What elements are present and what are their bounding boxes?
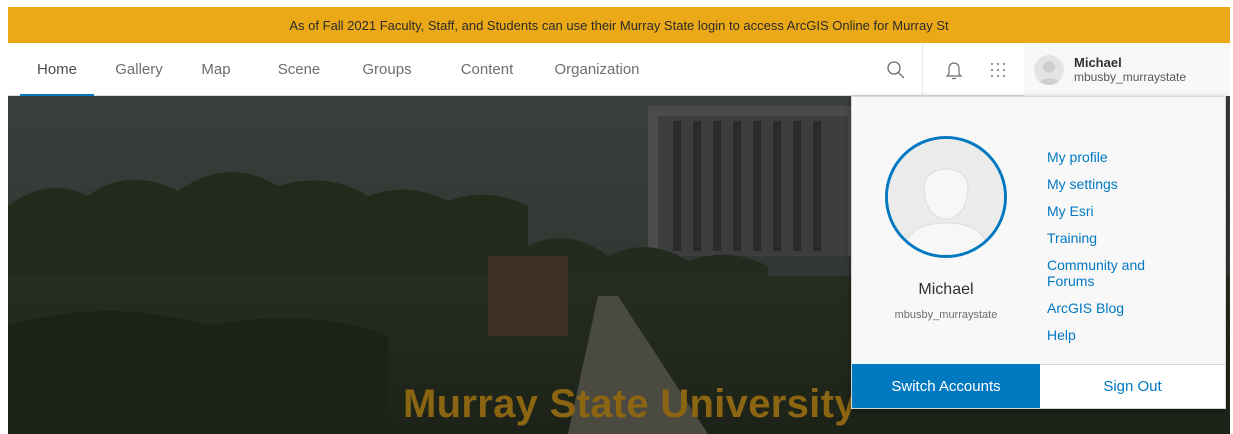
profile-username: mbusby_murraystate [894,309,998,321]
tab-content[interactable]: Content [446,43,528,96]
arcgis-blog-link[interactable]: ArcGIS Blog [1047,300,1217,316]
tab-groups[interactable]: Groups [350,43,424,96]
sign-out-button[interactable]: Sign Out [1040,364,1225,408]
user-name: Michael [1074,54,1122,70]
hero-title: Murray State University [403,382,857,426]
community-forums-link[interactable]: Community and Forums [1047,257,1167,289]
user-username: mbusby_murraystate [1074,69,1187,84]
my-settings-link[interactable]: My settings [1047,176,1217,192]
nav-divider [922,43,923,96]
switch-accounts-button[interactable]: Switch Accounts [852,364,1040,408]
banner-text: As of Fall 2021 Faculty, Staff, and Stud… [289,17,949,33]
dropdown-footer: Switch Accounts Sign Out [852,364,1225,408]
tab-home[interactable]: Home [20,43,94,97]
help-link[interactable]: Help [1047,327,1217,343]
app-launcher-icon[interactable] [976,43,1020,96]
profile-avatar-icon [885,136,1007,258]
user-menu-button[interactable]: Michael mbusby_murraystate [1024,43,1230,96]
user-avatar-icon [1034,54,1064,85]
tab-organization[interactable]: Organization [550,43,644,96]
tab-scene[interactable]: Scene [266,43,332,96]
user-dropdown-menu: Michael mbusby_murraystate My profile My… [851,96,1226,409]
tab-map[interactable]: Map [188,43,244,96]
my-profile-link[interactable]: My profile [1047,149,1217,165]
app-frame: As of Fall 2021 Faculty, Staff, and Stud… [8,7,1230,434]
announcement-banner: As of Fall 2021 Faculty, Staff, and Stud… [8,7,1230,43]
training-link[interactable]: Training [1047,230,1217,246]
profile-name: Michael [918,281,974,298]
search-icon[interactable] [874,43,918,96]
top-navigation: Home Gallery Map Scene Groups Content Or… [8,43,1230,97]
my-esri-link[interactable]: My Esri [1047,203,1217,219]
profile-links: My profile My settings My Esri Training … [1047,149,1217,354]
tab-gallery[interactable]: Gallery [102,43,176,96]
bell-icon[interactable] [932,43,976,96]
